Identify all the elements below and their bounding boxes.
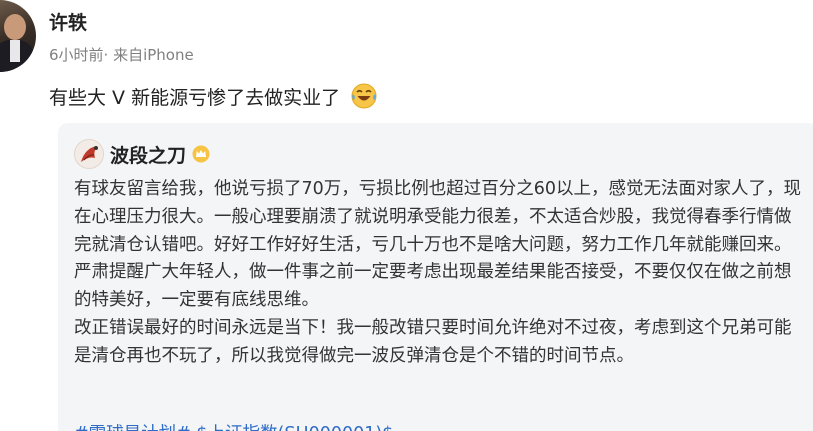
crown-badge-icon: [192, 145, 210, 163]
avatar-shirt: [10, 40, 20, 62]
avatar-face: [4, 14, 26, 40]
quoted-author-name[interactable]: 波段之刀: [110, 141, 186, 168]
quoted-tags-link[interactable]: #雪球星计划# $上证指数(SH000001)$: [74, 420, 393, 431]
author-name[interactable]: 许轶: [49, 8, 87, 35]
post-meta: 6小时前· 来自iPhone: [49, 46, 194, 64]
quoted-paragraph: 有球友留言给我，他说亏损了70万，亏损比例也超过百分之60以上，感觉无法面对家人…: [74, 179, 802, 255]
quoted-author-avatar[interactable]: [74, 139, 104, 169]
laughing-crying-emoji-icon: [350, 82, 378, 110]
author-avatar[interactable]: [0, 0, 36, 72]
quoted-body: 有球友留言给我，他说亏损了70万，亏损比例也超过百分之60以上，感觉无法面对家人…: [74, 176, 802, 371]
quoted-post[interactable]: 波段之刀 有球友留言给我，他说亏损了70万，亏损比例也超过百分之60以上，感觉无…: [58, 123, 813, 431]
post-text: 有些大 V 新能源亏惨了去做实业了: [49, 86, 341, 109]
post-text-row: 有些大 V 新能源亏惨了去做实业了: [49, 82, 378, 110]
quoted-paragraph: 严肃提醒广大年轻人，做一件事之前一定要考虑出现最差结果能否接受，不要仅仅在做之前…: [74, 262, 792, 311]
quoted-paragraph: 改正错误最好的时间永远是当下！我一般改错只要时间允许绝对不过夜，考虑到这个兄弟可…: [74, 317, 792, 366]
